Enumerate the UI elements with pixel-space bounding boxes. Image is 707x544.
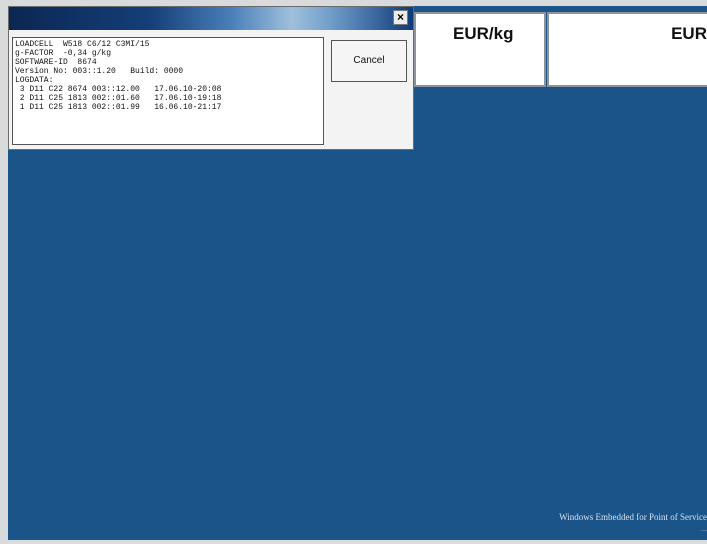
- price-header-eur: EUR: [547, 12, 707, 87]
- close-icon[interactable]: ×: [393, 10, 408, 25]
- os-branding-title: Windows Embedded for Point of Service: [559, 512, 707, 522]
- price-header-label: EUR: [671, 24, 707, 43]
- price-header-label: EUR/kg: [453, 24, 514, 43]
- info-line: Version No: 003::1.20 Build: 0000: [15, 67, 184, 76]
- os-branding-subtitle: ...: [701, 524, 707, 533]
- price-header-eur-per-kg: EUR/kg: [414, 12, 546, 87]
- os-branding: Windows Embedded for Point of Service ..…: [559, 512, 707, 534]
- dialog-titlebar: ×: [9, 7, 413, 30]
- device-info-panel: LOADCELL W518 C6/12 C3MI/15 g-FACTOR -0,…: [12, 37, 324, 145]
- desktop-area: EUR/kg EUR × LOADCELL W518 C6/12 C3MI/15…: [8, 6, 707, 540]
- info-line: LOADCELL W518 C6/12 C3MI/15: [15, 40, 150, 49]
- log-entry: 2 D11 C25 1813 002::01.60 17.06.10-19:18: [15, 94, 222, 103]
- info-line: LOGDATA:: [15, 76, 54, 85]
- log-entry: 3 D11 C22 8674 003::12.00 17.06.10-20:08: [15, 85, 222, 94]
- log-entry: 1 D11 C25 1813 002::01.99 16.06.10-21:17: [15, 103, 222, 112]
- cancel-button[interactable]: Cancel: [331, 40, 407, 82]
- info-line: g-FACTOR -0,34 g/kg: [15, 49, 112, 58]
- info-line: SOFTWARE-ID 8674: [15, 58, 97, 67]
- info-dialog: × LOADCELL W518 C6/12 C3MI/15 g-FACTOR -…: [8, 6, 414, 150]
